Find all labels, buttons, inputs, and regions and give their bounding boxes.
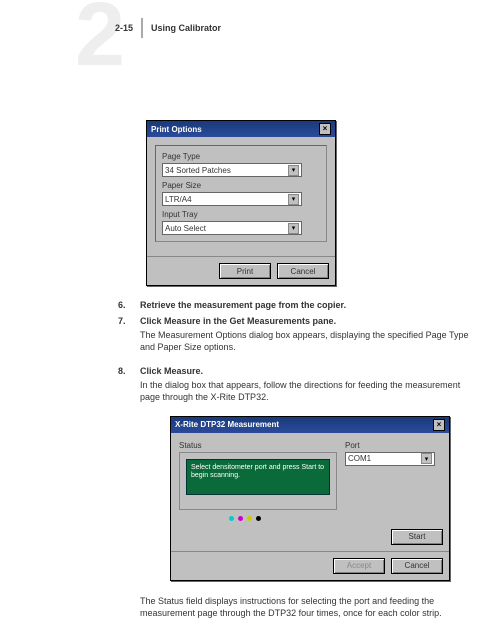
- yellow-dot-icon: [247, 516, 252, 521]
- port-dropdown[interactable]: COM1 ▾: [345, 452, 435, 466]
- dialog-title: X-Rite DTP32 Measurement: [175, 420, 279, 429]
- trailing-paragraph: The Status field displays instructions f…: [140, 595, 476, 619]
- dialog-titlebar: X-Rite DTP32 Measurement ×: [171, 417, 449, 433]
- close-icon[interactable]: ×: [433, 419, 445, 431]
- list-item: 6. Retrieve the measurement page from th…: [118, 300, 476, 312]
- page-ref: 2-15: [115, 23, 133, 33]
- accept-button[interactable]: Accept: [333, 558, 385, 574]
- chevron-down-icon[interactable]: ▾: [288, 223, 299, 234]
- page-type-label: Page Type: [162, 152, 320, 161]
- start-button[interactable]: Start: [391, 529, 443, 545]
- cancel-button[interactable]: Cancel: [391, 558, 443, 574]
- header-divider: [141, 18, 143, 38]
- step-text: Click Measure.: [140, 366, 476, 378]
- step-paragraph: The Measurement Options dialog box appea…: [140, 330, 476, 353]
- list-item: 8. Click Measure. In the dialog box that…: [118, 366, 476, 412]
- page-title: Using Calibrator: [151, 23, 221, 33]
- dialog-titlebar: Print Options ×: [147, 121, 335, 137]
- print-options-dialog: Print Options × Page Type 34 Sorted Patc…: [146, 120, 336, 286]
- step-paragraph: In the dialog box that appears, follow t…: [140, 380, 476, 403]
- paper-size-dropdown[interactable]: LTR/A4 ▾: [162, 192, 302, 206]
- port-label: Port: [345, 441, 441, 450]
- cancel-button[interactable]: Cancel: [277, 263, 329, 279]
- step-text: Retrieve the measurement page from the c…: [140, 300, 346, 312]
- chevron-down-icon[interactable]: ▾: [288, 165, 299, 176]
- status-box: Select densitometer port and press Start…: [179, 452, 337, 510]
- step-number: 8.: [118, 366, 140, 412]
- color-strip-indicators: [229, 516, 337, 521]
- step-number: 7.: [118, 316, 140, 362]
- list-item: 7. Click Measure in the Get Measurements…: [118, 316, 476, 362]
- xrite-dialog: X-Rite DTP32 Measurement × Status Select…: [170, 416, 450, 581]
- print-options-group: Page Type 34 Sorted Patches ▾ Paper Size…: [155, 145, 327, 242]
- port-value: COM1: [348, 454, 371, 463]
- status-message: Select densitometer port and press Start…: [186, 459, 330, 495]
- page-header: 2-15 Using Calibrator: [115, 18, 221, 38]
- step-text: Click Measure in the Get Measurements pa…: [140, 316, 476, 328]
- page-type-dropdown[interactable]: 34 Sorted Patches ▾: [162, 163, 302, 177]
- magenta-dot-icon: [238, 516, 243, 521]
- paper-size-value: LTR/A4: [165, 195, 192, 204]
- chevron-down-icon[interactable]: ▾: [421, 453, 432, 464]
- status-label: Status: [179, 441, 337, 450]
- paper-size-label: Paper Size: [162, 181, 320, 190]
- page-type-value: 34 Sorted Patches: [165, 166, 231, 175]
- input-tray-label: Input Tray: [162, 210, 320, 219]
- instruction-list: 6. Retrieve the measurement page from th…: [118, 300, 476, 412]
- input-tray-value: Auto Select: [165, 224, 206, 233]
- cyan-dot-icon: [229, 516, 234, 521]
- chevron-down-icon[interactable]: ▾: [288, 194, 299, 205]
- black-dot-icon: [256, 516, 261, 521]
- close-icon[interactable]: ×: [319, 123, 331, 135]
- print-button[interactable]: Print: [219, 263, 271, 279]
- page-content: Print Options × Page Type 34 Sorted Patc…: [140, 120, 476, 619]
- input-tray-dropdown[interactable]: Auto Select ▾: [162, 221, 302, 235]
- chapter-number-watermark: 2: [75, 0, 125, 80]
- dialog-title: Print Options: [151, 125, 202, 134]
- step-number: 6.: [118, 300, 140, 312]
